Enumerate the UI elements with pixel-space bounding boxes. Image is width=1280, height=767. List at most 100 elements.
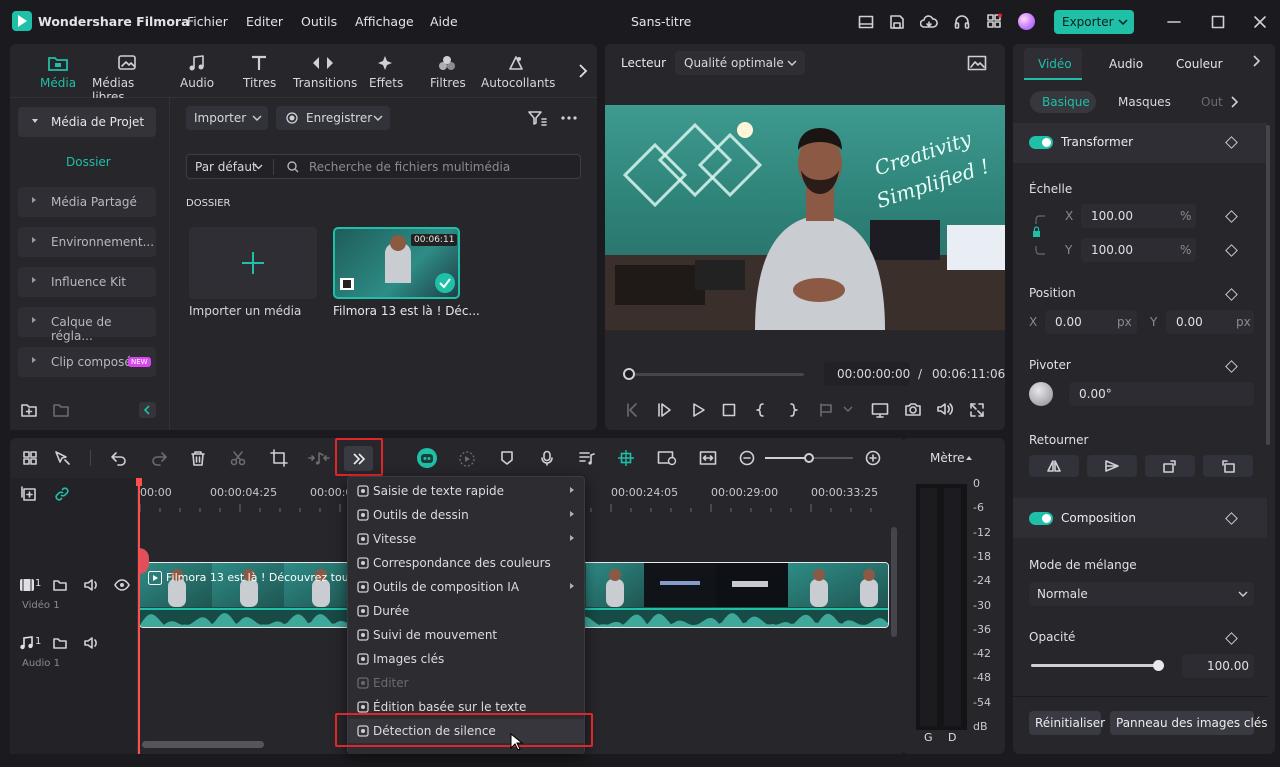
tab-transitions[interactable]: Transitions — [293, 52, 357, 94]
scale-x-input[interactable]: 100.00 % — [1081, 204, 1196, 228]
mark-out-icon[interactable] — [786, 402, 800, 418]
timeline-h-scrollbar[interactable] — [142, 741, 264, 748]
chevron-right-icon[interactable] — [1231, 96, 1239, 108]
apps-grid-icon[interactable] — [986, 13, 1002, 29]
collapse-sidebar-button[interactable] — [139, 402, 156, 418]
menu-outils[interactable]: Outils — [301, 14, 337, 29]
crop-icon[interactable] — [270, 449, 288, 467]
search-input[interactable]: Recherche de fichiers multimédia — [309, 160, 510, 174]
color-match-item[interactable]: Correspondance des couleurs — [348, 551, 584, 575]
folder-lock-icon[interactable] — [53, 636, 67, 650]
tab-audio[interactable]: Audio — [180, 52, 214, 94]
tab-effects[interactable]: Effets — [369, 52, 403, 94]
subtab-masks[interactable]: Masques — [1118, 95, 1171, 109]
sidebar-item-environment[interactable]: Environnement... — [18, 227, 156, 257]
video-preview[interactable]: Creativity Simplified ! — [605, 105, 1005, 330]
fullscreen-icon[interactable] — [969, 402, 985, 418]
zoom-out-icon[interactable] — [739, 450, 755, 466]
clip-thumbnail[interactable]: 00:06:11 — [333, 227, 460, 299]
speaker-icon[interactable] — [84, 636, 100, 650]
menu-affichage[interactable]: Affichage — [355, 14, 414, 29]
tab-titles[interactable]: Titres — [243, 52, 277, 94]
quality-dropdown[interactable]: Qualité optimale — [675, 51, 805, 75]
export-button[interactable]: Exporter — [1054, 10, 1134, 34]
camera-icon[interactable] — [904, 401, 922, 417]
opacity-slider-track[interactable] — [1031, 664, 1159, 667]
more-options-icon[interactable] — [560, 112, 578, 124]
save-icon[interactable] — [889, 14, 905, 30]
step-forward-icon[interactable] — [657, 402, 673, 418]
prev-frame-icon[interactable] — [624, 402, 640, 418]
blend-mode-select[interactable]: Normale — [1029, 582, 1254, 606]
keyframes-item[interactable]: Images clés — [348, 647, 584, 671]
pos-x-input[interactable]: 0.00 px — [1045, 310, 1137, 334]
scale-y-input[interactable]: 100.00 % — [1081, 238, 1196, 262]
headset-icon[interactable] — [954, 14, 970, 30]
zoom-in-icon[interactable] — [865, 450, 881, 466]
undo-icon[interactable] — [110, 450, 128, 466]
rotate-dial[interactable] — [1029, 382, 1053, 406]
add-track-icon[interactable] — [21, 486, 37, 502]
avatar[interactable] — [1018, 13, 1035, 30]
layout-grid-icon[interactable] — [22, 450, 38, 466]
timeline-v-scrollbar[interactable] — [891, 527, 897, 637]
maximize-icon[interactable] — [1211, 15, 1225, 29]
subtab-more[interactable]: Out — [1201, 95, 1223, 109]
display-icon[interactable] — [871, 402, 889, 418]
folder-move-icon[interactable] — [53, 403, 69, 417]
folder-lock-icon[interactable] — [53, 578, 67, 592]
meter-label[interactable]: Mètre — [930, 451, 965, 465]
rotate-cw-button[interactable] — [1145, 455, 1195, 477]
composition-toggle[interactable] — [1029, 512, 1053, 525]
layout-icon[interactable] — [858, 14, 874, 30]
minimize-icon[interactable] — [1167, 15, 1181, 29]
marker-shield-icon[interactable] — [499, 450, 515, 466]
rotate-input[interactable]: 0.00° — [1069, 382, 1254, 406]
sidebar-item-project-media[interactable]: Média de Projet — [18, 107, 156, 137]
import-media-tile[interactable] — [189, 227, 317, 299]
render-preview-icon[interactable] — [458, 450, 476, 468]
properties-scrollbar[interactable] — [1266, 125, 1270, 445]
insert-icon[interactable] — [818, 402, 834, 418]
current-time-field[interactable]: 00:00:00:00 — [824, 362, 910, 386]
transform-toggle[interactable] — [1029, 136, 1053, 149]
audio-stretch-icon[interactable] — [308, 450, 330, 466]
sidebar-item-influence-kit[interactable]: Influence Kit — [18, 267, 156, 297]
snapshot-image-icon[interactable] — [967, 55, 987, 71]
opacity-slider-handle[interactable] — [1153, 660, 1164, 671]
new-folder-icon[interactable] — [21, 403, 37, 417]
trash-icon[interactable] — [190, 450, 206, 466]
microphone-icon[interactable] — [539, 450, 555, 466]
filter-icon[interactable] — [527, 110, 547, 126]
playhead-cap[interactable] — [136, 478, 142, 486]
keyframe-panel-button[interactable]: Panneau des images clés — [1110, 711, 1268, 735]
eye-icon[interactable] — [114, 579, 130, 591]
mark-in-icon[interactable] — [754, 402, 768, 418]
motion-tracking-item[interactable]: Suivi de mouvement — [348, 623, 584, 647]
sidebar-item-compound-clip[interactable]: Clip composé NEW — [18, 347, 156, 377]
tab-media[interactable]: Média — [38, 52, 78, 94]
sidebar-item-adjustment-layer[interactable]: Calque de régla... — [18, 307, 156, 343]
playhead-line[interactable] — [138, 478, 140, 754]
menu-aide[interactable]: Aide — [430, 14, 458, 29]
opacity-input[interactable]: 100.00 — [1182, 654, 1254, 678]
record-dropdown[interactable]: Enregistrer — [276, 106, 390, 130]
tab-filters[interactable]: Filtres — [430, 52, 466, 94]
duration-item[interactable]: Durée — [348, 599, 584, 623]
playback-scrubber[interactable] — [628, 373, 804, 376]
tab-stock-media[interactable]: Médias libres — [92, 52, 164, 104]
stop-icon[interactable] — [721, 402, 737, 418]
sort-dropdown[interactable]: Par défaut — [195, 160, 257, 174]
tab-audio-props[interactable]: Audio — [1109, 57, 1143, 71]
quick-text-item[interactable]: Saisie de texte rapide — [348, 479, 584, 503]
speaker-icon[interactable] — [84, 578, 100, 592]
close-icon[interactable] — [1253, 15, 1267, 29]
chevron-right-icon[interactable] — [1253, 55, 1261, 67]
cloud-icon[interactable] — [920, 14, 938, 30]
import-dropdown[interactable]: Importer — [186, 106, 268, 130]
tab-video[interactable]: Vidéo — [1024, 48, 1082, 80]
sidebar-item-shared-media[interactable]: Média Partagé — [18, 187, 156, 217]
tab-stickers[interactable]: Autocollants — [481, 52, 555, 94]
subtab-basic[interactable]: Basique — [1030, 91, 1096, 113]
audio-list-icon[interactable] — [578, 450, 596, 466]
